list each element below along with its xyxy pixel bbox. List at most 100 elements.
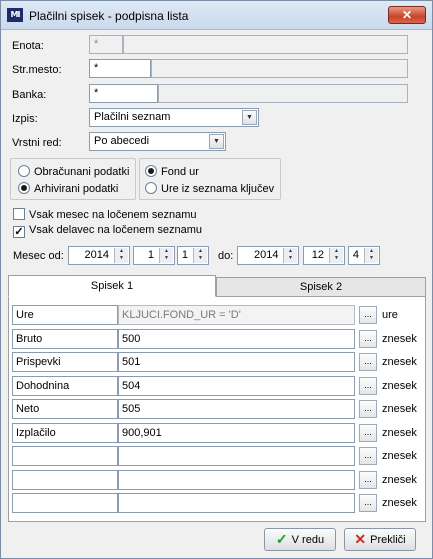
radio-on-icon xyxy=(145,165,157,177)
strmesto-label: Str.mesto: xyxy=(12,64,62,76)
row-name-field[interactable]: Prispevki xyxy=(12,352,118,372)
browse-button[interactable]: ... xyxy=(359,471,377,489)
from-year-spinner[interactable]: 2014 ▲ ▼ xyxy=(68,246,130,265)
to-year-spinner[interactable]: 2014 ▲ ▼ xyxy=(237,246,299,265)
radio-off-icon xyxy=(18,165,30,177)
spin-up-icon[interactable]: ▲ xyxy=(160,248,173,255)
radio-arhivirani[interactable]: Arhivirani podatki xyxy=(18,182,118,195)
dialog-window: MI Plačilni spisek - podpisna lista ✕ En… xyxy=(0,0,433,559)
radio-obracunani[interactable]: Obračunani podatki xyxy=(18,165,129,178)
row-expression-field[interactable]: 500 xyxy=(118,329,355,349)
tab-spisek-1[interactable]: Spisek 1 xyxy=(8,275,216,297)
row-name-field[interactable] xyxy=(12,446,118,466)
check-vsak-mesec[interactable]: Vsak mesec na ločenem seznamu xyxy=(13,208,197,221)
row-unit-label: znesek xyxy=(382,333,417,345)
row-expression-field[interactable]: 505 xyxy=(118,399,355,419)
from-month-value: 1 xyxy=(147,249,154,261)
radio-label: Arhivirani podatki xyxy=(34,183,119,195)
from-day-value: 1 xyxy=(181,249,188,261)
row-unit-label: ure xyxy=(382,309,398,321)
spin-down-icon[interactable]: ▼ xyxy=(365,255,378,262)
enota-code-field[interactable]: * xyxy=(89,35,123,54)
checkbox-label: Vsak mesec na ločenem seznamu xyxy=(29,209,197,221)
to-year-value: 2014 xyxy=(254,249,279,261)
row-unit-label: znesek xyxy=(382,356,417,368)
row-name-field[interactable] xyxy=(12,470,118,490)
banka-name-field xyxy=(158,84,408,103)
spin-down-icon[interactable]: ▼ xyxy=(284,255,297,262)
spin-down-icon[interactable]: ▼ xyxy=(160,255,173,262)
izpis-select[interactable]: Plačilni seznam ▼ xyxy=(89,108,259,127)
row-unit-label: znesek xyxy=(382,380,417,392)
to-day-spinner[interactable]: 4 ▲ ▼ xyxy=(348,246,380,265)
browse-button[interactable]: ... xyxy=(359,494,377,512)
row-unit-label: znesek xyxy=(382,450,417,462)
row-expression-field[interactable] xyxy=(118,493,355,513)
radio-fond-ur[interactable]: Fond ur xyxy=(145,165,199,178)
radio-on-icon xyxy=(18,182,30,194)
to-month-spinner[interactable]: 12 ▲ ▼ xyxy=(303,246,345,265)
from-year-value: 2014 xyxy=(84,249,109,261)
cancel-button[interactable]: ✕ Prekliči xyxy=(344,528,416,551)
check-icon: ✓ xyxy=(13,226,25,238)
mesec-od-label: Mesec od: xyxy=(13,250,64,262)
strmesto-code-field[interactable]: * xyxy=(89,59,151,78)
row-expression-field[interactable]: 501 xyxy=(118,352,355,372)
row-unit-label: znesek xyxy=(382,403,417,415)
row-expression-field[interactable] xyxy=(118,470,355,490)
row-expression-field[interactable]: 900,901 xyxy=(118,423,355,443)
spin-up-icon[interactable]: ▲ xyxy=(115,248,128,255)
check-vsak-delavec[interactable]: ✓ Vsak delavec na ločenem seznamu xyxy=(13,224,202,238)
row-name-field[interactable]: Neto xyxy=(12,399,118,419)
spin-up-icon[interactable]: ▲ xyxy=(365,248,378,255)
radio-label: Fond ur xyxy=(161,166,199,178)
enota-label: Enota: xyxy=(12,40,44,52)
spin-up-icon[interactable]: ▲ xyxy=(330,248,343,255)
title-bar[interactable]: MI Plačilni spisek - podpisna lista ✕ xyxy=(1,1,432,30)
vrstni-red-select-value: Po abecedi xyxy=(94,135,150,147)
ok-button[interactable]: ✓ V redu xyxy=(264,528,336,551)
chevron-down-icon[interactable]: ▼ xyxy=(242,110,257,125)
browse-button[interactable]: ... xyxy=(359,447,377,465)
banka-code-field[interactable]: * xyxy=(89,84,158,103)
browse-button[interactable]: ... xyxy=(359,424,377,442)
tab-spisek-2[interactable]: Spisek 2 xyxy=(216,277,426,297)
cancel-label: Prekliči xyxy=(370,533,406,546)
from-month-spinner[interactable]: 1 ▲ ▼ xyxy=(133,246,175,265)
row-unit-label: znesek xyxy=(382,427,417,439)
browse-button[interactable]: ... xyxy=(359,306,377,324)
row-expression-field[interactable] xyxy=(118,446,355,466)
checkbox-label: Vsak delavec na ločenem seznamu xyxy=(29,224,203,236)
spin-up-icon[interactable]: ▲ xyxy=(194,248,207,255)
from-day-spinner[interactable]: 1 ▲ ▼ xyxy=(177,246,209,265)
browse-button[interactable]: ... xyxy=(359,353,377,371)
spin-up-icon[interactable]: ▲ xyxy=(284,248,297,255)
row-name-field[interactable]: Dohodnina xyxy=(12,376,118,396)
browse-button[interactable]: ... xyxy=(359,377,377,395)
browse-button[interactable]: ... xyxy=(359,400,377,418)
row-name-field[interactable]: Ure xyxy=(12,305,118,325)
row-expression-field[interactable]: 504 xyxy=(118,376,355,396)
row-name-field[interactable]: Bruto xyxy=(12,329,118,349)
ok-label: V redu xyxy=(291,533,325,546)
close-button[interactable]: ✕ xyxy=(388,6,426,24)
spin-down-icon[interactable]: ▼ xyxy=(115,255,128,262)
vrstni-red-select[interactable]: Po abecedi ▼ xyxy=(89,132,226,151)
radio-ure-kljucev[interactable]: Ure iz seznama ključev xyxy=(145,182,274,195)
chevron-down-icon[interactable]: ▼ xyxy=(209,134,224,149)
do-label: do: xyxy=(218,250,234,262)
row-name-field[interactable] xyxy=(12,493,118,513)
spin-down-icon[interactable]: ▼ xyxy=(330,255,343,262)
radio-off-icon xyxy=(145,182,157,194)
izpis-label: Izpis: xyxy=(12,113,38,125)
check-icon: ✓ xyxy=(275,531,288,547)
browse-button[interactable]: ... xyxy=(359,330,377,348)
spin-down-icon[interactable]: ▼ xyxy=(194,255,207,262)
row-expression-field[interactable]: KLJUCI.FOND_UR = 'D' xyxy=(118,305,355,325)
row-name-field[interactable]: Izplačilo xyxy=(12,423,118,443)
window-title: Plačilni spisek - podpisna lista xyxy=(29,9,189,23)
row-unit-label: znesek xyxy=(382,474,417,486)
app-icon: MI xyxy=(7,8,23,22)
checkbox-icon xyxy=(13,208,25,220)
row-unit-label: znesek xyxy=(382,497,417,509)
